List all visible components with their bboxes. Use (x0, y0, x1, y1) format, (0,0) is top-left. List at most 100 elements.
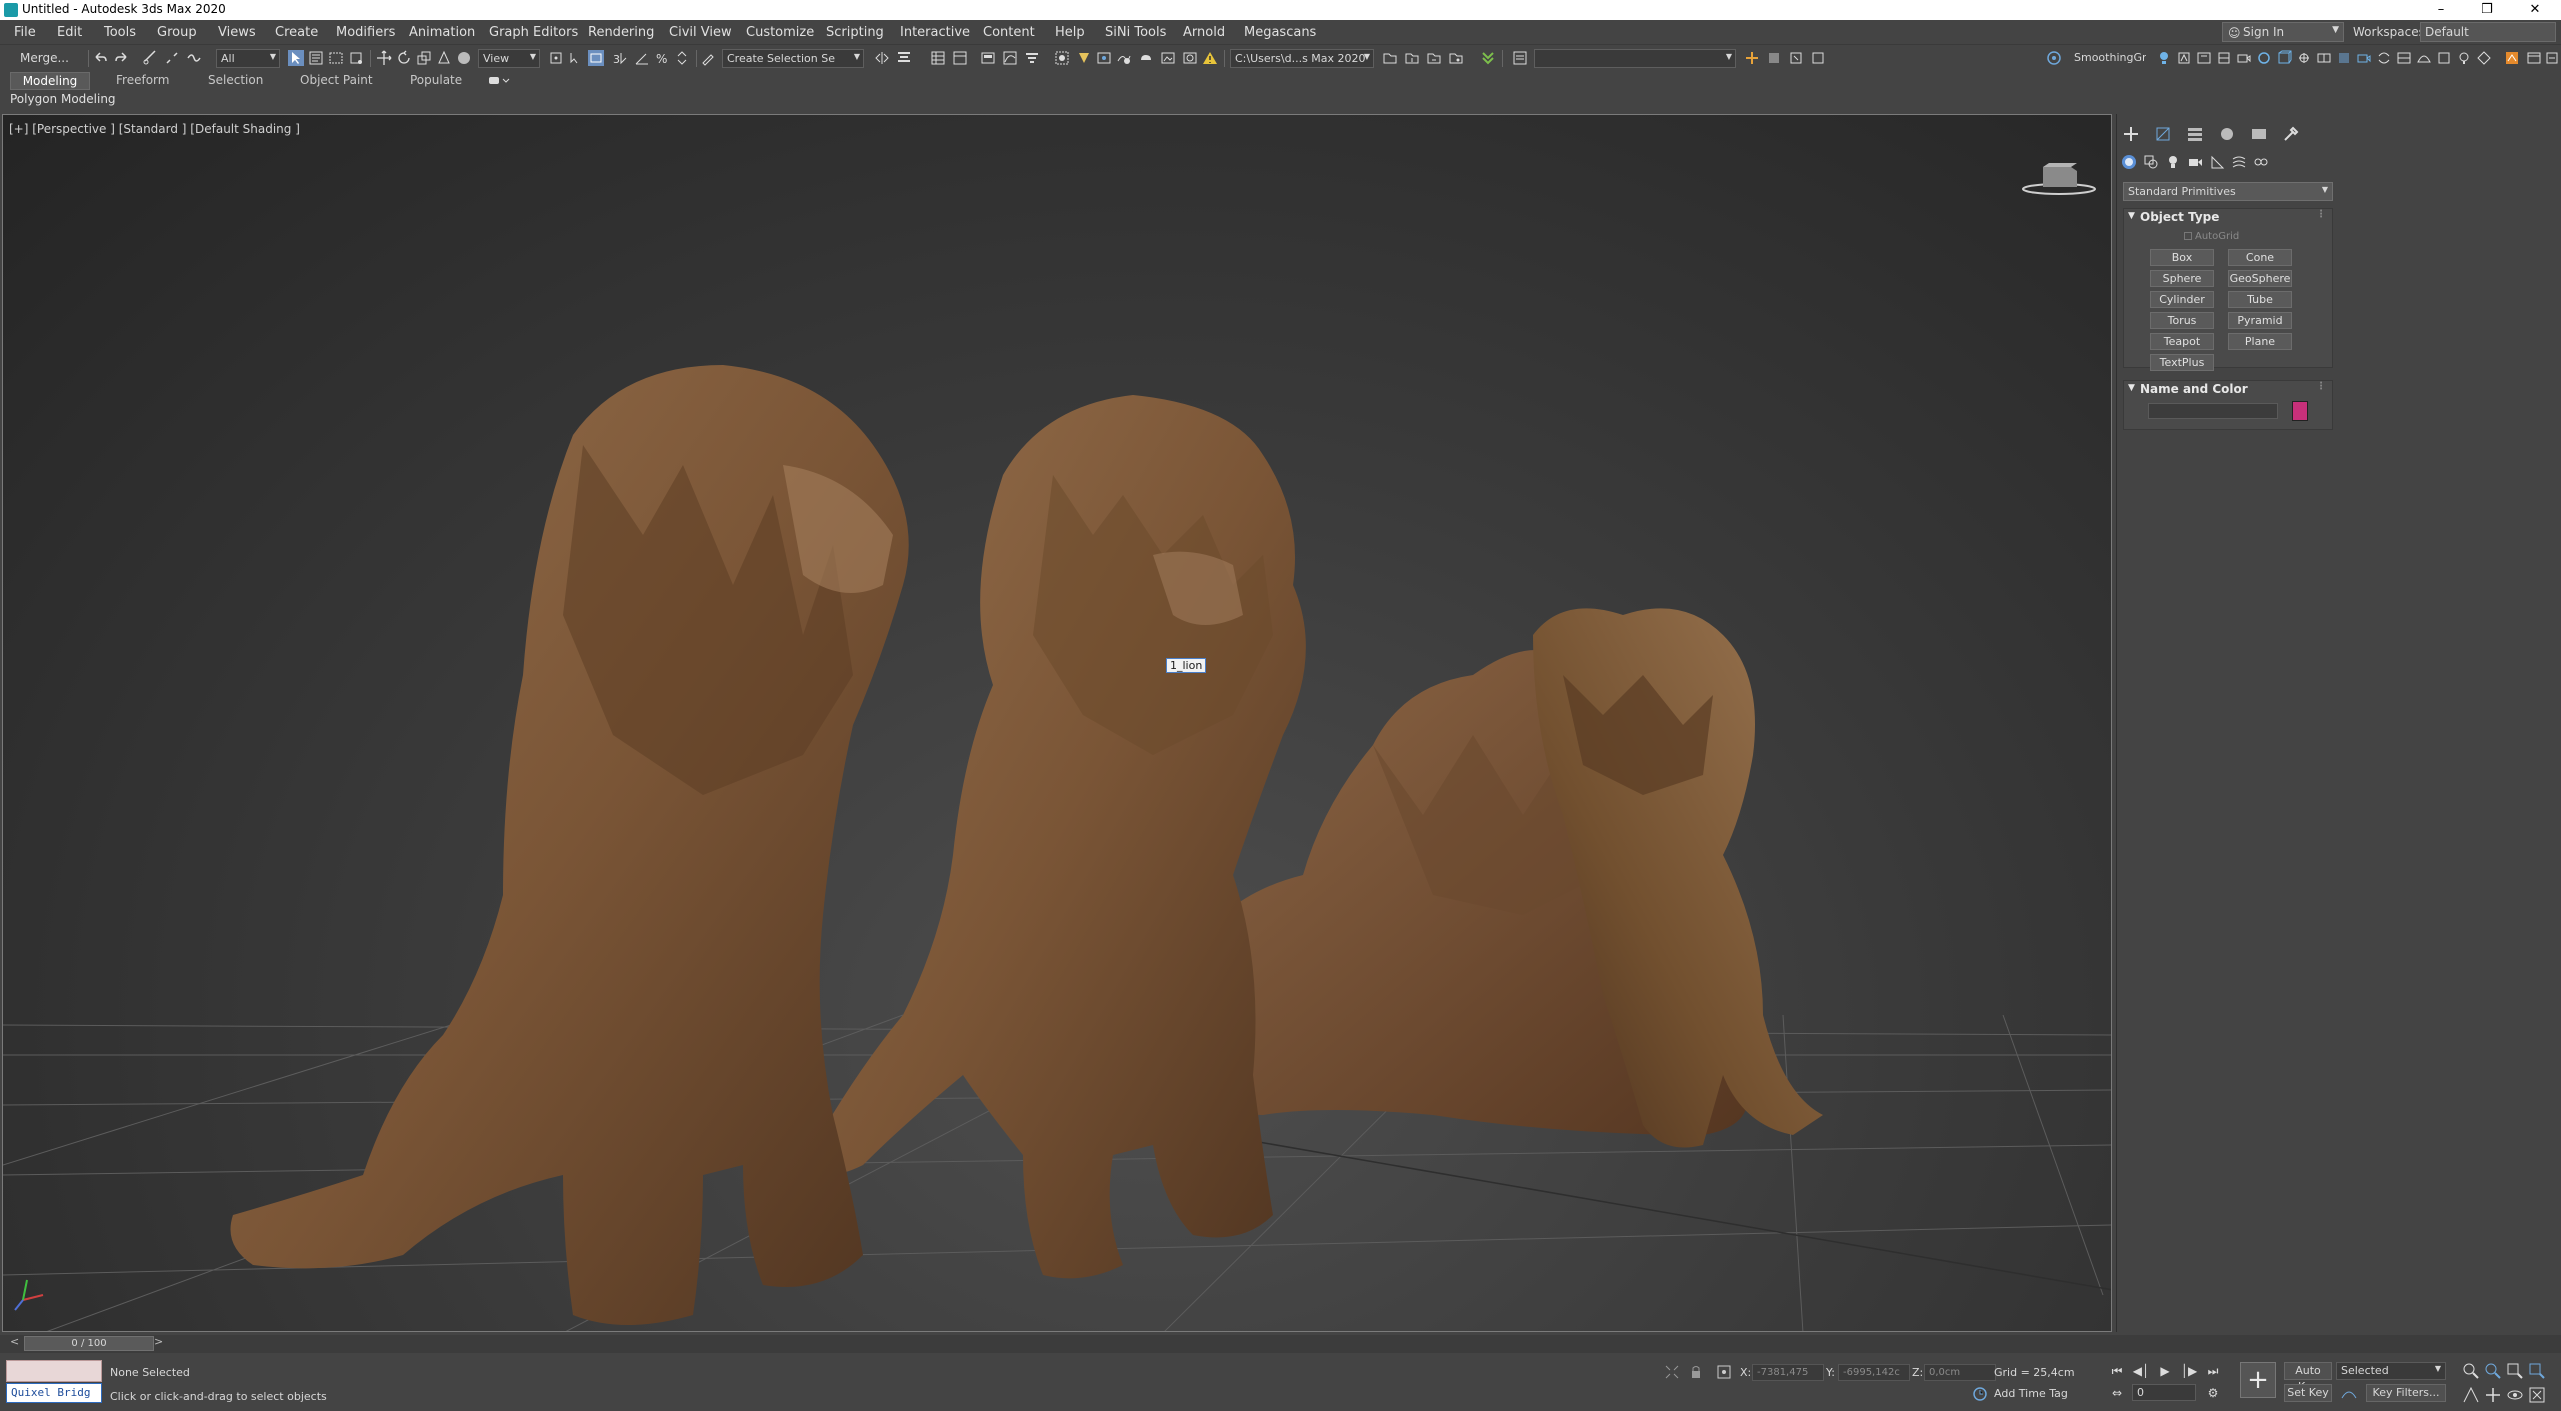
sphere-button[interactable]: Sphere (2150, 270, 2214, 287)
menu-arnold[interactable]: Arnold (1183, 25, 1225, 40)
mirror-icon[interactable] (874, 50, 890, 66)
auto-key-button[interactable]: Auto Key (2284, 1362, 2332, 1393)
cylinder-button[interactable]: Cylinder (2150, 291, 2214, 308)
toggle-scene-explorer-icon[interactable] (930, 50, 946, 66)
menu-views[interactable]: Views (218, 25, 256, 40)
key-tangent-icon[interactable] (2340, 1384, 2358, 1402)
material-editor-icon[interactable] (1054, 50, 1070, 66)
rotate-icon[interactable] (396, 50, 412, 66)
zoom-all-icon[interactable] (2484, 1362, 2502, 1380)
next-frame-icon[interactable]: │▶ (2180, 1362, 2198, 1380)
place-icon[interactable] (436, 50, 452, 66)
hierarchy-tab-icon[interactable] (2185, 124, 2205, 144)
zoom-icon[interactable] (2462, 1362, 2480, 1380)
object-category-select[interactable]: Standard Primitives ▼ (2123, 182, 2333, 201)
arnold-shader-icon[interactable] (2336, 50, 2352, 66)
tab-freeform[interactable]: Freeform (108, 72, 177, 90)
helpers-category-icon[interactable] (2209, 154, 2225, 170)
object-color-swatch[interactable] (2292, 401, 2308, 421)
open-project-icon[interactable] (1382, 50, 1398, 66)
double-chevron-down-icon[interactable] (1480, 50, 1496, 66)
arnold-mesh-light-icon[interactable] (2376, 50, 2392, 66)
menu-group[interactable]: Group (157, 25, 197, 40)
project-folder-icon[interactable] (1426, 50, 1442, 66)
current-frame-field[interactable]: 0 (2132, 1384, 2196, 1401)
layer-add-selection-icon[interactable] (1766, 50, 1782, 66)
display-tab-icon[interactable] (2249, 124, 2269, 144)
arnold-point-light-icon[interactable] (2456, 50, 2472, 66)
percent-snap-icon[interactable]: % (654, 50, 670, 66)
workspace-select[interactable]: Default (2420, 22, 2556, 42)
box-button[interactable]: Box (2150, 249, 2214, 266)
arnold-ipr-icon[interactable] (2196, 50, 2212, 66)
menu-graph-editors[interactable]: Graph Editors (489, 25, 578, 40)
arnold-material-icon[interactable] (2216, 50, 2232, 66)
menu-help[interactable]: Help (1055, 25, 1085, 40)
arnold-render-icon[interactable] (2176, 50, 2192, 66)
tab-selection[interactable]: Selection (200, 72, 271, 90)
arnold-camera-alt-icon[interactable] (2356, 50, 2372, 66)
menu-file[interactable]: File (14, 25, 36, 40)
textplus-button[interactable]: TextPlus (2150, 354, 2214, 371)
bind-spacewarp-icon[interactable] (186, 50, 202, 66)
shapes-category-icon[interactable] (2143, 154, 2159, 170)
time-slider-prev-icon[interactable]: < (10, 1335, 19, 1348)
arnold-photometric-icon[interactable] (2396, 50, 2412, 66)
arnold-light-icon[interactable] (2156, 50, 2172, 66)
torus-button[interactable]: Torus (2150, 312, 2214, 329)
edit-named-selection-icon[interactable] (700, 50, 716, 66)
select-by-name-icon[interactable] (308, 50, 324, 66)
menu-rendering[interactable]: Rendering (588, 25, 654, 40)
render-teapot-icon[interactable] (1138, 50, 1154, 66)
key-filters-button[interactable]: Key Filters... (2366, 1384, 2446, 1402)
scale-icon[interactable] (416, 50, 432, 66)
undo-icon[interactable] (92, 50, 108, 66)
pan-view-icon[interactable] (2484, 1386, 2502, 1404)
arnold-sky-icon[interactable] (2256, 50, 2272, 66)
plane-button[interactable]: Plane (2228, 333, 2292, 350)
orbit-icon[interactable] (2506, 1386, 2524, 1404)
time-slider-next-icon[interactable]: > (154, 1335, 163, 1348)
field-of-view-icon[interactable] (2462, 1386, 2480, 1404)
render-in-cloud-icon[interactable] (1160, 50, 1176, 66)
object-name-field[interactable] (2148, 403, 2278, 419)
curve-editor-icon[interactable] (1002, 50, 1018, 66)
merge-button[interactable]: Merge... (6, 49, 82, 68)
key-mode-toggle-icon[interactable]: ⇔ (2108, 1384, 2126, 1402)
quixel-bridge-button[interactable]: Quixel Bridg (6, 1383, 102, 1403)
menu-tools[interactable]: Tools (104, 25, 136, 40)
menu-animation[interactable]: Animation (409, 25, 475, 40)
arnold-toon-icon[interactable] (2476, 50, 2492, 66)
menu-civil-view[interactable]: Civil View (669, 25, 732, 40)
rendered-frame-window-icon[interactable] (1096, 50, 1112, 66)
close-button[interactable]: ✕ (2512, 0, 2558, 20)
restore-button[interactable]: ❒ (2464, 0, 2510, 20)
menu-modifiers[interactable]: Modifiers (336, 25, 395, 40)
smoothing-groups-select[interactable]: SmoothingGro (2070, 49, 2146, 68)
geosphere-button[interactable]: GeoSphere (2228, 270, 2292, 287)
render-setup-icon[interactable] (1076, 50, 1092, 66)
schematic-view-icon[interactable] (1024, 50, 1040, 66)
scripting-listener-icon[interactable] (2046, 50, 2062, 66)
rectangular-selection-icon[interactable] (328, 50, 344, 66)
y-coordinate-field[interactable]: -6995,142c (1838, 1364, 1910, 1381)
toggle-ribbon-icon[interactable] (980, 50, 996, 66)
object-type-header[interactable]: ▼ Object Type ⋮ (2124, 209, 2332, 227)
teapot-button[interactable]: Teapot (2150, 333, 2214, 350)
menu-interactive[interactable]: Interactive (900, 25, 970, 40)
arnold-operator-icon[interactable] (2296, 50, 2312, 66)
minimize-button[interactable]: – (2418, 0, 2464, 20)
arnold-area-light-icon[interactable] (2436, 50, 2452, 66)
ribbon-toggle-icon[interactable] (488, 75, 510, 87)
time-tag-icon[interactable] (1972, 1386, 1988, 1402)
zoom-extents-icon[interactable] (2506, 1362, 2524, 1380)
tab-object-paint[interactable]: Object Paint (292, 72, 381, 90)
redo-icon[interactable] (114, 50, 130, 66)
lion-seated-left-model[interactable] (230, 365, 909, 1325)
lock-icon[interactable] (1688, 1364, 1704, 1380)
time-slider[interactable]: 0 / 100 (24, 1336, 154, 1351)
cone-button[interactable]: Cone (2228, 249, 2292, 266)
zoom-extents-all-icon[interactable] (2528, 1362, 2546, 1380)
key-mode-select[interactable]: Selected ▼ (2336, 1362, 2446, 1380)
align-icon[interactable] (896, 50, 912, 66)
